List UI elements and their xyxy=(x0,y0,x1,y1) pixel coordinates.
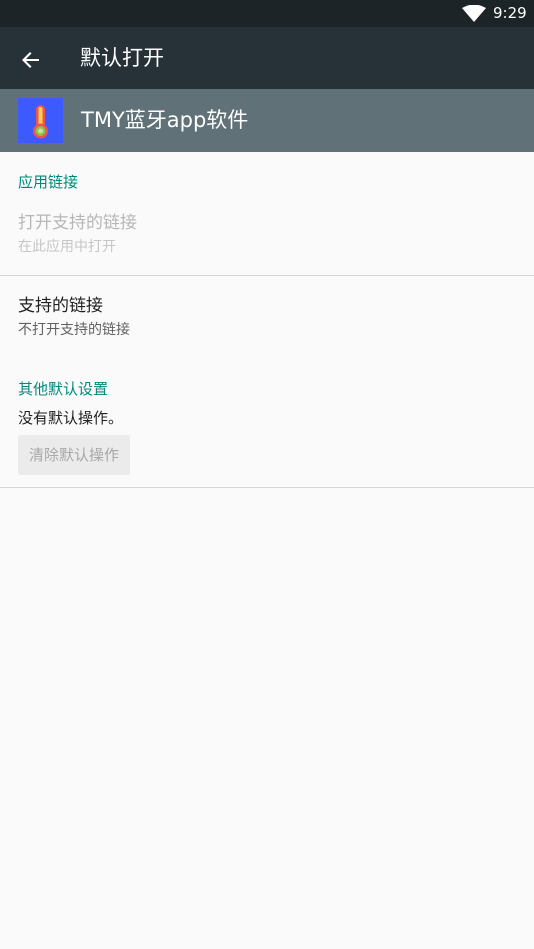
arrow-back-icon[interactable] xyxy=(15,44,47,76)
app-icon xyxy=(18,98,63,143)
supported-links-subtitle: 不打开支持的链接 xyxy=(18,322,130,338)
thermometer-icon xyxy=(33,105,48,139)
section-title-other-defaults: 其他默认设置 xyxy=(18,380,109,398)
divider xyxy=(0,487,534,488)
status-time: 9:29 xyxy=(493,4,527,22)
default-actions-status: 没有默认操作。 xyxy=(18,409,124,427)
wifi-icon xyxy=(462,5,486,22)
supported-links-title: 支持的链接 xyxy=(18,296,103,316)
toolbar: 默认打开 xyxy=(0,27,534,89)
status-bar: 9:29 xyxy=(0,0,534,27)
open-supported-links-subtitle: 在此应用中打开 xyxy=(18,239,116,255)
open-supported-links-title: 打开支持的链接 xyxy=(18,213,137,233)
divider xyxy=(0,275,534,276)
app-name: TMY蓝牙app软件 xyxy=(81,108,249,132)
page-title: 默认打开 xyxy=(80,46,164,70)
app-header: TMY蓝牙app软件 xyxy=(0,89,534,152)
section-title-app-links: 应用链接 xyxy=(18,173,79,191)
clear-defaults-button[interactable]: 清除默认操作 xyxy=(18,435,130,475)
